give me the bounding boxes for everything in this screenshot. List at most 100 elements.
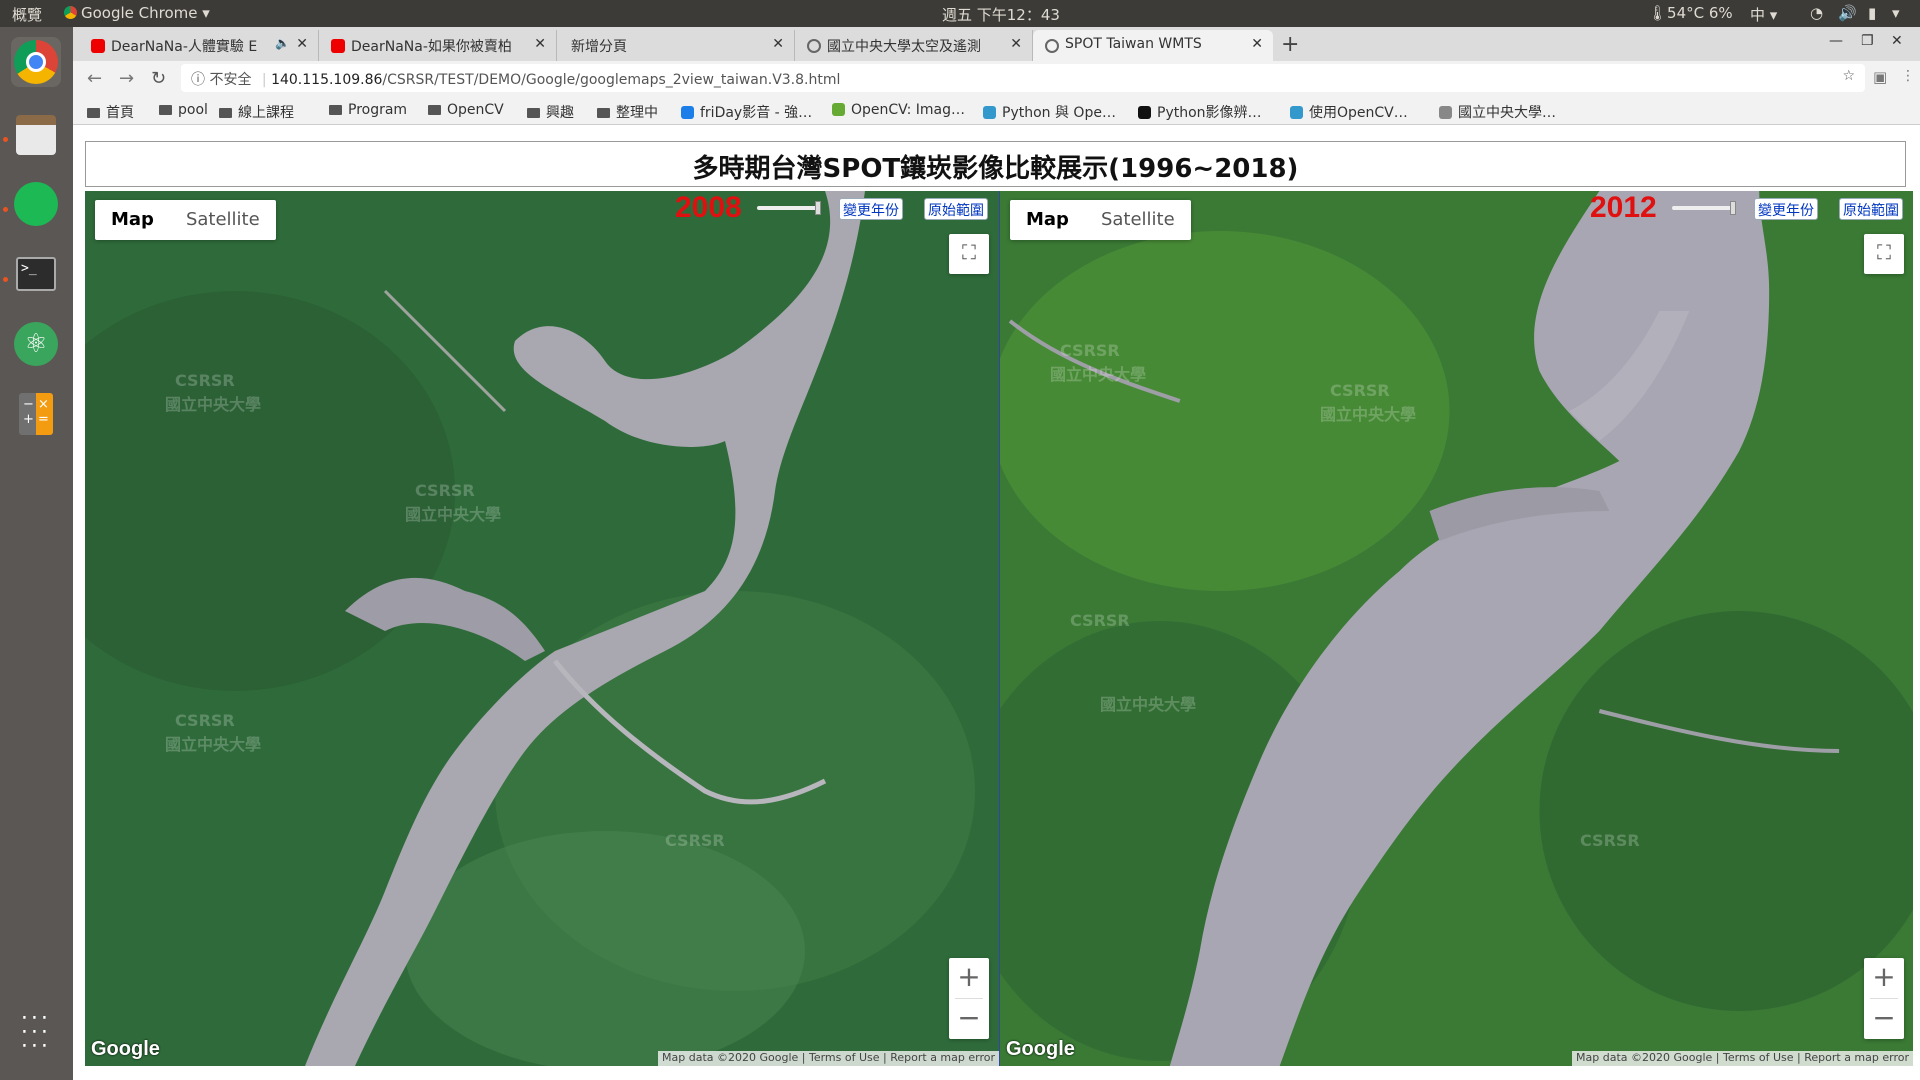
power-menu-icon[interactable]: ▾ xyxy=(1892,4,1900,22)
close-tab-icon[interactable]: ✕ xyxy=(296,36,308,52)
terms-link[interactable]: Terms of Use xyxy=(809,1051,880,1064)
map-type-satellite-button[interactable]: Satellite xyxy=(1085,200,1191,240)
slider-handle[interactable] xyxy=(815,201,821,215)
restore-window-icon[interactable]: ❐ xyxy=(1861,33,1874,49)
friday-icon xyxy=(681,106,694,119)
bookmark-item[interactable]: 首頁 xyxy=(87,102,134,122)
close-tab-icon[interactable]: ✕ xyxy=(772,36,784,52)
bookmark-label: OpenCV: Imag… xyxy=(851,102,966,118)
bookmark-star-icon[interactable]: ☆ xyxy=(1842,68,1855,84)
bookmark-item[interactable]: Python 與 Ope… xyxy=(983,102,1116,122)
opacity-slider[interactable] xyxy=(1672,201,1736,215)
close-tab-icon[interactable]: ✕ xyxy=(1010,36,1022,52)
change-year-button[interactable]: 變更年份 xyxy=(1754,198,1818,220)
watermark: CSRSR xyxy=(415,481,475,500)
tab-2[interactable]: DearNaNa-如果你被賣柏 ✕ xyxy=(319,30,557,61)
close-tab-icon[interactable]: ✕ xyxy=(534,36,546,52)
folder-icon xyxy=(219,108,232,118)
fullscreen-icon[interactable]: ⛶ xyxy=(949,234,989,274)
app-menu[interactable]: Google Chrome ▾ xyxy=(64,4,210,22)
bookmark-item[interactable]: 國立中央大學… xyxy=(1439,102,1556,122)
folder-icon xyxy=(329,105,342,115)
close-tab-icon[interactable]: ✕ xyxy=(1251,36,1263,52)
extension-icon[interactable]: ▣ xyxy=(1873,68,1887,86)
map-view-left[interactable]: CSRSR 國立中央大學 CSRSR 國立中央大學 CSRSR 國立中央大學 C… xyxy=(85,191,999,1066)
minimize-window-icon[interactable]: — xyxy=(1829,33,1843,49)
bookmark-item[interactable]: OpenCV: Imag… xyxy=(832,102,965,118)
clock[interactable]: 週五 下午12：43 xyxy=(942,4,1060,25)
system-top-bar: 概覽 Google Chrome ▾ 週五 下午12：43 🌡54°C 6% 中… xyxy=(0,0,1920,27)
chrome-small-icon xyxy=(64,6,77,19)
temperature-indicator[interactable]: 🌡54°C 6% xyxy=(1648,4,1733,22)
bookmark-item[interactable]: Program xyxy=(329,102,407,118)
google-logo[interactable]: Google xyxy=(91,1038,160,1061)
slider-handle[interactable] xyxy=(1730,201,1736,215)
close-window-icon[interactable]: ✕ xyxy=(1891,33,1903,49)
zoom-out-button[interactable]: − xyxy=(949,999,989,1039)
reset-extent-button[interactable]: 原始範圍 xyxy=(924,198,988,220)
bookmark-label: pool xyxy=(178,102,208,118)
address-bar[interactable]: ⓘ 不安全 | 140.115.109.86/CSRSR/TEST/DEMO/G… xyxy=(181,64,1865,92)
tab-3[interactable]: 新增分頁 ✕ xyxy=(557,30,795,61)
report-error-link[interactable]: Report a map error xyxy=(890,1051,995,1064)
app-grid-icon[interactable]: ⋅⋅⋅ ⋅⋅⋅ ⋅⋅⋅ xyxy=(11,1008,61,1062)
page-icon xyxy=(983,106,996,119)
globe-icon xyxy=(1045,39,1059,53)
zoom-in-button[interactable]: + xyxy=(949,958,989,998)
bookmark-item[interactable]: 使用OpenCV… xyxy=(1290,102,1408,122)
new-tab-button[interactable]: + xyxy=(1281,32,1299,57)
watermark-cn: 國立中央大學 xyxy=(165,395,262,414)
atom-launcher-icon[interactable]: ⚛ xyxy=(11,319,61,369)
input-method-indicator[interactable]: 中 ▾ xyxy=(1750,4,1777,25)
reset-extent-button[interactable]: 原始範圍 xyxy=(1839,198,1903,220)
menu-icon[interactable]: ⋮ xyxy=(1901,68,1915,84)
tab-1[interactable]: DearNaNa-人體實驗 E 🔈 ✕ xyxy=(79,30,319,61)
tab-4[interactable]: 國立中央大學太空及遙測 ✕ xyxy=(795,30,1033,61)
map-type-map-button[interactable]: Map xyxy=(1010,200,1085,240)
bookmark-label: Python 與 Ope… xyxy=(1002,105,1116,121)
volume-icon[interactable]: 🔊 xyxy=(1838,4,1857,22)
map-type-satellite-button[interactable]: Satellite xyxy=(170,200,276,240)
zoom-in-button[interactable]: + xyxy=(1864,958,1904,998)
audio-playing-icon[interactable]: 🔈 xyxy=(275,36,290,50)
satellite-imagery-left[interactable] xyxy=(85,191,999,1066)
map-view-right[interactable]: CSRSR 國立中央大學 CSRSR 國立中央大學 CSRSR 國立中央大學 C… xyxy=(999,191,1913,1066)
report-error-link[interactable]: Report a map error xyxy=(1804,1051,1909,1064)
terminal-launcher-icon[interactable]: >_ xyxy=(11,249,61,299)
google-logo[interactable]: Google xyxy=(1006,1038,1075,1061)
bookmark-item[interactable]: pool xyxy=(159,102,208,118)
info-icon[interactable]: ⓘ xyxy=(191,72,205,88)
thermometer-icon: 🌡 xyxy=(1648,4,1668,22)
bookmark-item[interactable]: 線上課程 xyxy=(219,102,294,122)
opacity-slider[interactable] xyxy=(757,201,821,215)
browser-window: DearNaNa-人體實驗 E 🔈 ✕ DearNaNa-如果你被賣柏 ✕ 新增… xyxy=(73,27,1920,1080)
map-type-map-button[interactable]: Map xyxy=(95,200,170,240)
tab-5-active[interactable]: SPOT Taiwan WMTS ✕ xyxy=(1033,30,1273,61)
change-year-button[interactable]: 變更年份 xyxy=(839,198,903,220)
watermark: CSRSR xyxy=(665,831,725,850)
watermark: CSRSR xyxy=(175,711,235,730)
forward-icon[interactable]: → xyxy=(119,68,134,89)
bookmark-item[interactable]: friDay影音 - 強… xyxy=(681,102,812,122)
fullscreen-icon[interactable]: ⛶ xyxy=(1864,234,1904,274)
terms-link[interactable]: Terms of Use xyxy=(1723,1051,1794,1064)
chrome-launcher-icon[interactable] xyxy=(11,37,61,87)
zoom-control: + − xyxy=(949,958,989,1039)
back-icon[interactable]: ← xyxy=(87,68,102,89)
bookmark-item[interactable]: 興趣 xyxy=(527,102,574,122)
page-icon xyxy=(1290,106,1303,119)
zoom-out-button[interactable]: − xyxy=(1864,999,1904,1039)
activities-button[interactable]: 概覽 xyxy=(12,4,42,25)
wifi-icon[interactable]: ◔ xyxy=(1810,4,1823,22)
files-launcher-icon[interactable] xyxy=(11,109,61,159)
map-attribution: Map data ©2020 Google | Terms of Use | R… xyxy=(658,1051,999,1066)
bookmark-item[interactable]: Python影像辨… xyxy=(1138,102,1262,122)
satellite-imagery-right[interactable] xyxy=(1000,191,1913,1066)
reload-icon[interactable]: ↻ xyxy=(151,68,166,89)
watermark: CSRSR xyxy=(1580,831,1640,850)
spotify-launcher-icon[interactable] xyxy=(11,179,61,229)
calculator-launcher-icon[interactable]: − × + = xyxy=(11,389,61,439)
battery-icon[interactable]: ▮ xyxy=(1868,4,1876,22)
bookmark-item[interactable]: OpenCV xyxy=(428,102,504,118)
bookmark-item[interactable]: 整理中 xyxy=(597,102,658,122)
